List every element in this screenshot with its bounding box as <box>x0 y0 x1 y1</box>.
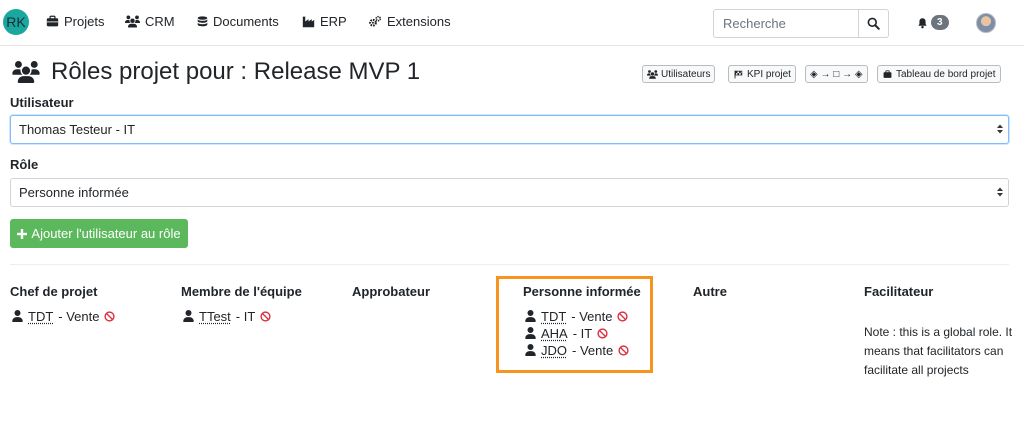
role-title-facilitator: Facilitateur <box>864 284 934 299</box>
nav-projets[interactable]: Projets <box>46 14 104 29</box>
role-title-project-manager: Chef de projet <box>10 284 98 299</box>
search-button[interactable] <box>858 10 888 37</box>
user-icon <box>183 310 194 322</box>
member-dept: - Vente <box>571 308 613 324</box>
role-member: JDO - Vente <box>525 342 629 358</box>
brand-logo[interactable]: RK <box>3 9 29 35</box>
dashboard-button[interactable]: Tableau de bord projet <box>877 65 1001 83</box>
remove-member-icon[interactable] <box>104 311 115 322</box>
user-icon <box>525 344 536 356</box>
remove-member-icon[interactable] <box>260 311 271 322</box>
user-icon <box>12 310 23 322</box>
user-icon <box>525 327 536 339</box>
role-member: TDT - Vente <box>525 308 628 324</box>
bell-icon <box>918 17 927 28</box>
member-dept: - Vente <box>572 342 614 358</box>
member-dept: - IT <box>572 325 593 341</box>
top-navbar: RK Projets CRM Documents ERP Extensions … <box>0 0 1024 46</box>
member-abbr[interactable]: AHA <box>541 326 568 341</box>
notification-count-badge: 3 <box>931 15 949 30</box>
role-member: TDT - Vente <box>12 308 115 324</box>
user-field-label: Utilisateur <box>10 95 74 110</box>
user-select[interactable]: Thomas Testeur - IT <box>10 115 1009 144</box>
nav-extensions[interactable]: Extensions <box>368 14 451 29</box>
remove-member-icon[interactable] <box>618 345 629 356</box>
search-icon <box>867 17 880 30</box>
nav-documents-label: Documents <box>213 14 279 29</box>
role-select-value: Personne informée <box>19 185 129 200</box>
plus-icon <box>17 228 28 239</box>
nav-crm-label: CRM <box>145 14 175 29</box>
remove-member-icon[interactable] <box>617 311 628 322</box>
workflow-button[interactable]: ◈ → □ → ◈ <box>805 65 868 83</box>
member-abbr[interactable]: TDT <box>541 309 566 324</box>
role-title-other: Autre <box>693 284 727 299</box>
role-title-informed: Personne informée <box>523 284 641 299</box>
nav-erp-label: ERP <box>320 14 347 29</box>
select-arrows-icon <box>997 124 1003 134</box>
notifications-button[interactable]: 3 <box>917 15 949 30</box>
select-arrows-icon <box>997 187 1003 197</box>
nav-documents[interactable]: Documents <box>197 14 279 29</box>
user-avatar[interactable] <box>976 13 996 33</box>
flag-checkered-icon <box>734 70 743 78</box>
cogs-icon <box>369 15 382 27</box>
section-divider <box>10 264 1009 265</box>
users-icon <box>647 70 658 79</box>
users-button-label: Utilisateurs <box>661 68 711 80</box>
role-title-approver: Approbateur <box>352 284 430 299</box>
nav-erp[interactable]: ERP <box>302 14 347 29</box>
user-icon <box>525 310 536 322</box>
users-button[interactable]: Utilisateurs <box>642 65 716 83</box>
users-icon <box>125 15 140 28</box>
user-select-value: Thomas Testeur - IT <box>19 122 136 137</box>
database-icon <box>197 16 208 27</box>
dashboard-button-label: Tableau de bord projet <box>896 68 996 80</box>
kpi-button[interactable]: KPI projet <box>728 65 796 83</box>
nav-crm[interactable]: CRM <box>125 14 175 29</box>
users-icon <box>10 61 42 83</box>
member-dept: - IT <box>235 308 256 324</box>
role-field-label: Rôle <box>10 157 39 172</box>
add-user-to-role-button[interactable]: Ajouter l'utilisateur au rôle <box>10 219 188 248</box>
search-input[interactable] <box>714 10 860 37</box>
role-member: AHA - IT <box>525 325 608 341</box>
role-select[interactable]: Personne informée <box>10 178 1009 207</box>
member-abbr[interactable]: JDO <box>541 343 567 358</box>
add-user-to-role-label: Ajouter l'utilisateur au rôle <box>31 226 181 241</box>
page-title: Rôles projet pour : Release MVP 1 <box>10 58 420 86</box>
member-abbr[interactable]: TTest <box>199 309 231 324</box>
industry-icon <box>302 16 315 28</box>
kpi-button-label: KPI projet <box>747 68 791 80</box>
role-title-team-member: Membre de l'équipe <box>181 284 302 299</box>
page-title-text: Rôles projet pour : Release MVP 1 <box>51 58 421 85</box>
briefcase-icon <box>883 69 892 78</box>
nav-projets-label: Projets <box>64 14 105 29</box>
member-dept: - Vente <box>58 308 100 324</box>
workflow-button-label: ◈ → □ → ◈ <box>810 68 863 80</box>
search-box <box>713 9 889 38</box>
facilitator-note: Note : this is a global role. It means t… <box>864 325 1013 377</box>
role-member: TTest - IT <box>183 308 271 324</box>
remove-member-icon[interactable] <box>597 328 608 339</box>
briefcase-icon <box>46 15 59 27</box>
member-abbr[interactable]: TDT <box>28 309 53 324</box>
nav-extensions-label: Extensions <box>387 14 451 29</box>
